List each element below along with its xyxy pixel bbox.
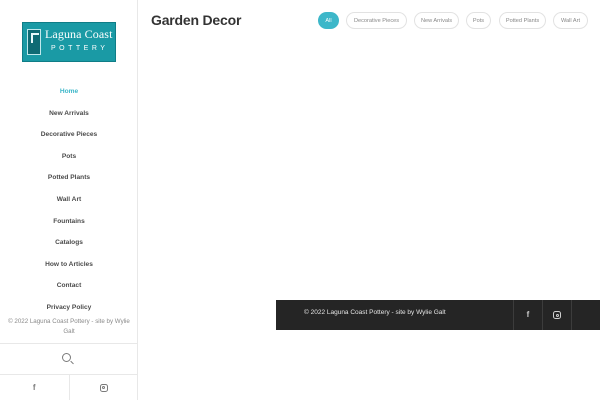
logo-emblem-icon bbox=[27, 29, 41, 55]
filter-potted-plants[interactable]: Potted Plants bbox=[499, 12, 546, 29]
instagram-icon bbox=[99, 383, 108, 392]
sidebar-copyright: © 2022 Laguna Coast Pottery - site by Wy… bbox=[8, 318, 130, 335]
sidebar: Laguna Coast POTTERY Home New Arrivals D… bbox=[0, 0, 138, 400]
instagram-icon bbox=[553, 311, 561, 319]
nav-item-new-arrivals[interactable]: New Arrivals bbox=[0, 106, 138, 128]
filter-pots[interactable]: Pots bbox=[466, 12, 491, 29]
nav-item-decorative-pieces[interactable]: Decorative Pieces bbox=[0, 127, 138, 149]
footer-copyright: © 2022 Laguna Coast Pottery - site by Wy… bbox=[304, 309, 446, 316]
nav-item-how-to-articles[interactable]: How to Articles bbox=[0, 257, 138, 279]
filter-wall-art[interactable]: Wall Art bbox=[553, 12, 588, 29]
footer-instagram-link[interactable] bbox=[542, 300, 571, 330]
page: Laguna Coast POTTERY Home New Arrivals D… bbox=[0, 0, 600, 400]
nav-item-fountains[interactable]: Fountains bbox=[0, 214, 138, 236]
sidebar-instagram-link[interactable] bbox=[70, 375, 139, 400]
search-icon bbox=[62, 353, 71, 362]
nav-item-potted-plants[interactable]: Potted Plants bbox=[0, 170, 138, 192]
logo-subtitle: POTTERY bbox=[51, 45, 109, 52]
filter-new-arrivals[interactable]: New Arrivals bbox=[414, 12, 459, 29]
nav-item-contact[interactable]: Contact bbox=[0, 278, 138, 300]
site-logo[interactable]: Laguna Coast POTTERY bbox=[22, 22, 116, 62]
nav-item-pots[interactable]: Pots bbox=[0, 149, 138, 171]
page-title: Garden Decor bbox=[151, 12, 242, 28]
facebook-icon: f bbox=[526, 310, 530, 319]
nav-item-home[interactable]: Home bbox=[0, 84, 138, 106]
sidebar-social: f bbox=[0, 374, 138, 400]
filter-all[interactable]: All bbox=[318, 12, 339, 29]
filter-decorative-pieces[interactable]: Decorative Pieces bbox=[346, 12, 407, 29]
footer-bar: © 2022 Laguna Coast Pottery - site by Wy… bbox=[276, 300, 600, 330]
sidebar-facebook-link[interactable]: f bbox=[0, 375, 70, 400]
nav-item-wall-art[interactable]: Wall Art bbox=[0, 192, 138, 214]
portfolio-filters: All Decorative Pieces New Arrivals Pots … bbox=[318, 12, 600, 29]
main-nav: Home New Arrivals Decorative Pieces Pots… bbox=[0, 84, 138, 322]
facebook-icon: f bbox=[32, 382, 36, 392]
logo-title: Laguna Coast bbox=[45, 27, 113, 41]
nav-item-catalogs[interactable]: Catalogs bbox=[0, 235, 138, 257]
sidebar-search-button[interactable] bbox=[0, 343, 138, 374]
footer-facebook-link[interactable]: f bbox=[513, 300, 542, 330]
footer-extra-cell bbox=[571, 300, 600, 330]
